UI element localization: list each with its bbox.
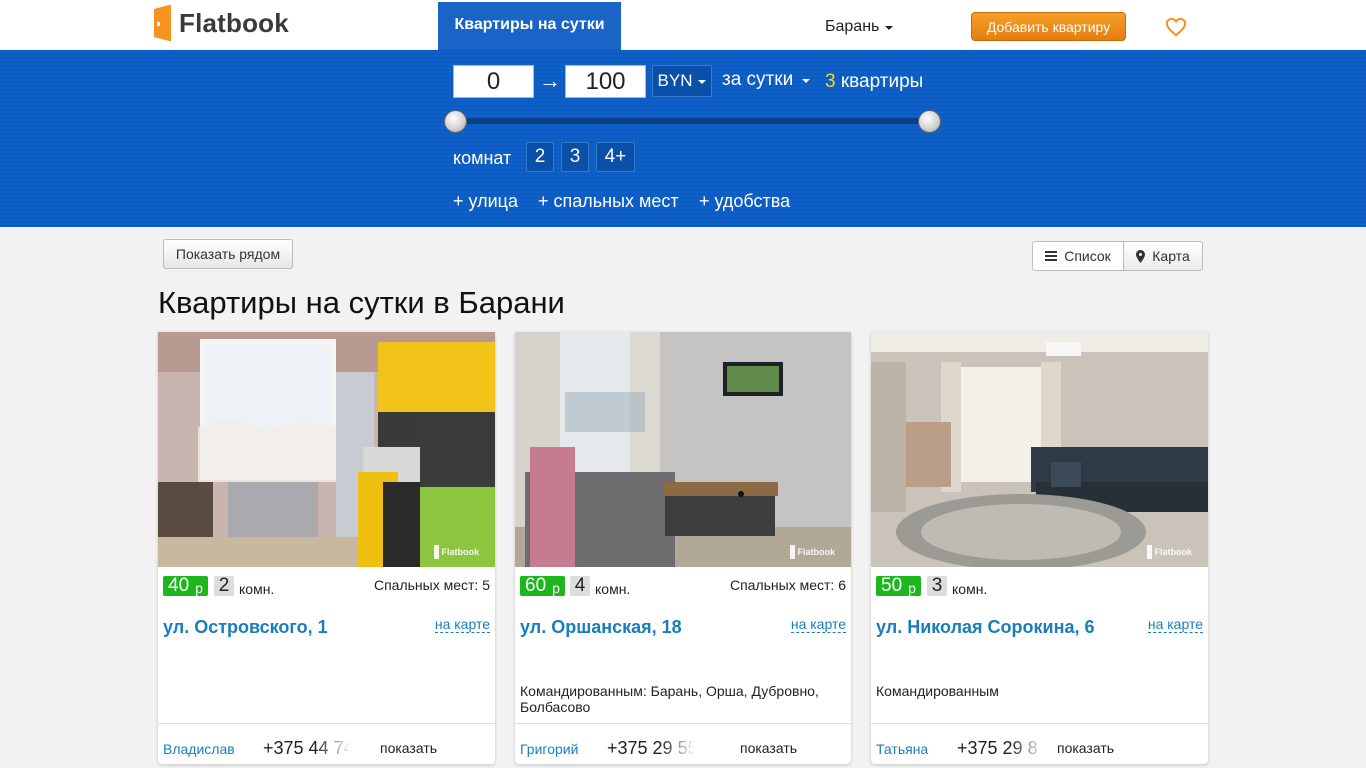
slider-range-fill xyxy=(456,118,930,124)
listing-address[interactable]: ул. Оршанская, 18 xyxy=(520,617,682,638)
price-currency: р xyxy=(552,579,560,596)
sleeping-places: Спальных мест: 5 xyxy=(373,577,490,593)
list-icon xyxy=(1045,251,1058,261)
rooms-suffix: комн. xyxy=(239,581,275,597)
price-value: 60 xyxy=(525,575,547,596)
sleeping-places: Спальных мест: 6 xyxy=(729,577,846,593)
price-range-slider[interactable] xyxy=(456,118,930,124)
rooms-label: комнат xyxy=(453,148,512,168)
show-phone-button[interactable]: показать xyxy=(1057,740,1114,756)
listing-card[interactable]: Flatbook 60 р 4 комн. Спальных мест: 6 у… xyxy=(515,332,851,764)
phone-number: +375 29 55 xyxy=(607,738,695,758)
price-value: 50 xyxy=(881,575,903,596)
card-footer: Татьяна +375 29 8 показать xyxy=(871,723,1208,764)
map-view-label: Карта xyxy=(1152,248,1190,264)
results-label: квартиры xyxy=(840,71,924,92)
heart-icon[interactable] xyxy=(1165,17,1187,37)
map-pin-icon xyxy=(1136,249,1146,263)
list-view-button[interactable]: Список xyxy=(1032,241,1124,271)
logo[interactable]: Flatbook xyxy=(154,4,289,42)
price-badge: 40 р xyxy=(163,575,208,596)
phone-number: +375 29 8 xyxy=(957,738,1038,758)
show-on-map-link[interactable]: на карте xyxy=(1147,617,1203,633)
city-dropdown[interactable]: Барань xyxy=(825,18,894,36)
show-phone-button[interactable]: показать xyxy=(740,740,797,756)
price-max-input[interactable]: 100 xyxy=(565,65,646,98)
slider-max-handle[interactable] xyxy=(918,110,941,133)
city-label: Барань xyxy=(825,18,880,35)
period-select[interactable]: за сутки xyxy=(722,69,811,91)
slider-min-handle[interactable] xyxy=(444,110,467,133)
door-logo-icon xyxy=(154,4,171,42)
add-street-filter[interactable]: + улица xyxy=(453,191,518,212)
price-min-input[interactable]: 0 xyxy=(453,65,534,98)
price-badge: 60 р xyxy=(520,575,565,596)
page-title: Квартиры на сутки в Барани xyxy=(158,285,565,320)
results-number: 3 xyxy=(825,71,836,92)
listing-card[interactable]: Flatbook 50 р 3 комн. ул. Николая Сороки… xyxy=(871,332,1208,764)
rooms-option-2[interactable]: 2 xyxy=(526,142,554,172)
phone-number: +375 44 74 xyxy=(263,738,351,758)
owner-name[interactable]: Владислав xyxy=(163,741,235,757)
watermark: Flatbook xyxy=(1146,545,1192,559)
price-currency: р xyxy=(908,579,916,596)
logo-text: Flatbook xyxy=(179,7,289,38)
watermark: Flatbook xyxy=(433,545,479,559)
chevron-down-icon xyxy=(802,79,811,83)
chevron-down-icon xyxy=(885,26,894,30)
currency-label: BYN xyxy=(657,71,693,90)
show-phone-button[interactable]: показать xyxy=(380,740,437,756)
rooms-option-4-plus[interactable]: 4+ xyxy=(596,142,635,172)
map-view-button[interactable]: Карта xyxy=(1124,241,1203,271)
card-footer: Григорий +375 29 55 показать xyxy=(515,723,851,764)
nav-apartments-daily[interactable]: Квартиры на сутки xyxy=(438,2,621,50)
currency-select[interactable]: BYN xyxy=(652,65,712,97)
listing-description: Командированным xyxy=(876,683,999,699)
rooms-suffix: комн. xyxy=(952,581,988,597)
watermark: Flatbook xyxy=(789,545,835,559)
listing-photo[interactable]: Flatbook xyxy=(158,332,495,567)
view-toggle: Список Карта xyxy=(1032,241,1203,271)
range-arrow: → xyxy=(539,68,561,93)
rooms-badge: 4 xyxy=(570,575,590,596)
listing-photo[interactable]: Flatbook xyxy=(515,332,851,567)
results-count: 3 квартиры xyxy=(825,71,923,93)
owner-name[interactable]: Татьяна xyxy=(876,741,928,757)
period-label: за сутки xyxy=(722,69,794,90)
listing-photo[interactable]: Flatbook xyxy=(871,332,1208,567)
rooms-badge: 2 xyxy=(214,575,234,596)
top-header: Flatbook Квартиры на сутки Барань Добави… xyxy=(0,0,1366,50)
show-nearby-button[interactable]: Показать рядом xyxy=(163,239,293,269)
add-amenities-filter[interactable]: + удобства xyxy=(699,191,790,212)
listing-address[interactable]: ул. Островского, 1 xyxy=(163,617,328,638)
show-on-map-link[interactable]: на карте xyxy=(434,617,490,633)
price-badge: 50 р xyxy=(876,575,921,596)
price-value: 40 xyxy=(168,575,190,596)
show-on-map-link[interactable]: на карте xyxy=(790,617,846,633)
price-currency: р xyxy=(195,579,203,596)
add-apartment-button[interactable]: Добавить квартиру xyxy=(971,12,1126,41)
card-footer: Владислав +375 44 74 показать xyxy=(158,723,495,764)
owner-name[interactable]: Григорий xyxy=(520,741,578,757)
listing-address[interactable]: ул. Николая Сорокина, 6 xyxy=(876,617,1095,638)
list-view-label: Список xyxy=(1064,248,1111,264)
rooms-option-3[interactable]: 3 xyxy=(561,142,589,172)
add-beds-filter[interactable]: + спальных мест xyxy=(538,191,679,212)
chevron-down-icon xyxy=(698,80,707,84)
rooms-badge: 3 xyxy=(927,575,947,596)
rooms-suffix: комн. xyxy=(595,581,631,597)
listing-card[interactable]: Flatbook 40 р 2 комн. Спальных мест: 5 у… xyxy=(158,332,495,764)
listing-description: Командированным: Барань, Орша, Дубровно,… xyxy=(520,683,819,715)
